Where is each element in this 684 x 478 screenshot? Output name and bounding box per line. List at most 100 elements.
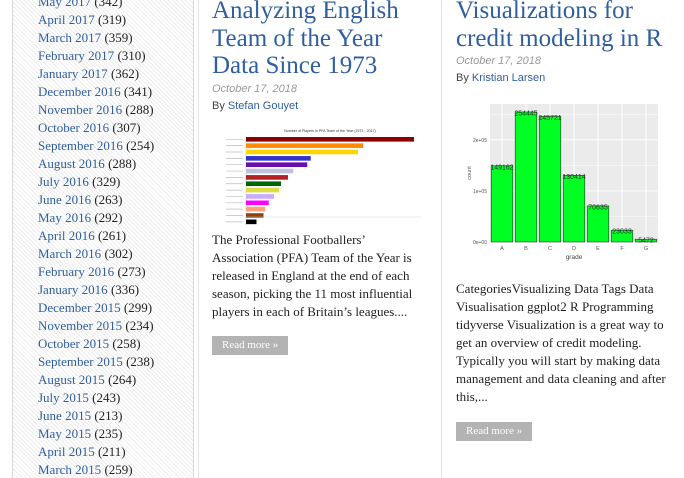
archive-month-link[interactable]: November 2015 bbox=[38, 318, 122, 333]
archive-count: (319) bbox=[97, 12, 127, 27]
archive-month-link[interactable]: April 2015 bbox=[38, 444, 95, 459]
thumbnail-x-tick: B bbox=[524, 246, 528, 252]
thumbnail-bar bbox=[246, 219, 257, 224]
column-divider bbox=[198, 0, 199, 478]
archive-count: (302) bbox=[104, 246, 133, 261]
thumbnail-value-label: 70635 bbox=[588, 204, 608, 211]
post-card: Visualizations for credit modeling in R … bbox=[456, 0, 668, 441]
archive-item: February 2016 (273) bbox=[38, 263, 193, 281]
archive-item: December 2016 (341) bbox=[38, 83, 193, 101]
archive-month-link[interactable]: October 2015 bbox=[38, 336, 109, 351]
archive-month-link[interactable]: December 2015 bbox=[38, 300, 121, 315]
archive-count: (238) bbox=[126, 354, 155, 369]
archive-count: (299) bbox=[123, 300, 153, 315]
post-date: October 17, 2018 bbox=[212, 82, 298, 95]
read-more-button[interactable]: Read more » bbox=[456, 422, 533, 441]
post-thumbnail[interactable]: Number of Players in PFA Team of the Yea… bbox=[212, 125, 422, 226]
thumbnail-bar bbox=[246, 180, 281, 186]
archive-item: August 2016 (288) bbox=[38, 155, 193, 173]
archive-month-link[interactable]: April 2016 bbox=[38, 228, 95, 243]
post-thumbnail[interactable]: 0e+00 1e+05 2e+05 count 149162 A 254445 B 245721… bbox=[462, 100, 660, 268]
archive-item: October 2016 (307) bbox=[38, 119, 193, 137]
pfa-bar-chart-thumbnail: Number of Players in PFA Team of the Yea… bbox=[212, 125, 422, 226]
archive-item: November 2016 (288) bbox=[38, 101, 193, 119]
archive-month-link[interactable]: March 2015 bbox=[38, 462, 101, 477]
archive-month-link[interactable]: July 2015 bbox=[38, 390, 89, 405]
thumbnail-x-tick: E bbox=[596, 246, 600, 252]
archive-item: April 2015 (211) bbox=[38, 443, 193, 461]
thumbnail-x-tick: A bbox=[500, 246, 504, 252]
thumbnail-bar bbox=[246, 193, 274, 199]
archive-month-link[interactable]: May 2017 bbox=[38, 0, 91, 9]
thumbnail-bar bbox=[246, 200, 269, 205]
grade-bar-chart-thumbnail: 0e+00 1e+05 2e+05 count 149162 A 254445 B 245721… bbox=[462, 100, 660, 268]
archive-count: (362) bbox=[110, 66, 140, 81]
archive-month-link[interactable]: October 2016 bbox=[38, 120, 109, 135]
archive-month-link[interactable]: December 2016 bbox=[38, 84, 121, 99]
thumbnail-value-label: 254445 bbox=[514, 110, 537, 117]
thumbnail-bar bbox=[246, 136, 414, 142]
archive-item: July 2015 (243) bbox=[38, 389, 193, 407]
archive-month-link[interactable]: August 2016 bbox=[38, 156, 105, 171]
thumbnail-value-label: 149162 bbox=[490, 164, 513, 171]
archive-count: (211) bbox=[97, 444, 126, 459]
thumbnail-bar bbox=[562, 175, 586, 243]
archive-count: (292) bbox=[94, 210, 123, 225]
archive-month-link[interactable]: February 2017 bbox=[38, 48, 114, 63]
archive-item: April 2017 (319) bbox=[38, 11, 193, 29]
thumbnail-bar bbox=[514, 111, 538, 243]
archive-count: (264) bbox=[108, 372, 137, 387]
archive-month-link[interactable]: August 2015 bbox=[38, 372, 105, 387]
archive-item: October 2015 (258) bbox=[38, 335, 193, 353]
thumbnail-x-tick: D bbox=[572, 246, 576, 252]
byline-prefix: By bbox=[456, 72, 469, 84]
byline-prefix: By bbox=[212, 99, 225, 112]
archive-month-link[interactable]: May 2015 bbox=[38, 426, 91, 441]
archive-month-link[interactable]: July 2016 bbox=[38, 174, 89, 189]
archive-count: (273) bbox=[117, 264, 146, 279]
archive-count: (235) bbox=[94, 426, 123, 441]
thumbnail-bar bbox=[538, 116, 562, 243]
archive-month-link[interactable]: September 2016 bbox=[38, 138, 123, 153]
archive-count: (259) bbox=[104, 462, 133, 477]
thumbnail-bar bbox=[246, 142, 364, 148]
archive-item: August 2015 (264) bbox=[38, 371, 193, 389]
thumbnail-y-label: count bbox=[467, 166, 473, 180]
archive-month-link[interactable]: March 2016 bbox=[38, 246, 101, 261]
archive-month-link[interactable]: May 2016 bbox=[38, 210, 91, 225]
archive-month-link[interactable]: February 2016 bbox=[38, 264, 114, 279]
archive-count: (243) bbox=[92, 390, 121, 405]
archive-list: May 2017 (342) April 2017 (319) March 2017… bbox=[13, 0, 193, 478]
archive-count: (288) bbox=[108, 156, 137, 171]
archive-month-link[interactable]: November 2016 bbox=[38, 102, 122, 117]
archive-month-link[interactable]: June 2015 bbox=[38, 408, 91, 423]
archive-month-link[interactable]: April 2017 bbox=[38, 12, 95, 27]
archive-count: (261) bbox=[97, 228, 127, 243]
archive-item: March 2015 (259) bbox=[38, 461, 193, 478]
thumbnail-y-tick: 2e+05 bbox=[473, 138, 487, 144]
archive-count: (341) bbox=[123, 84, 153, 99]
archive-item: April 2016 (261) bbox=[38, 227, 193, 245]
thumbnail-title: Number of Players in PFA Team of the Yea… bbox=[284, 129, 376, 133]
archive-count: (234) bbox=[125, 318, 154, 333]
archive-month-link[interactable]: January 2016 bbox=[38, 282, 108, 297]
archive-month-link[interactable]: January 2017 bbox=[38, 66, 108, 81]
post-card: Analyzing English Team of the Year Data … bbox=[212, 0, 428, 355]
archive-month-link[interactable]: September 2015 bbox=[38, 354, 123, 369]
post-title[interactable]: Visualizations for credit modeling in R bbox=[456, 0, 668, 52]
post-title[interactable]: Analyzing English Team of the Year Data … bbox=[212, 0, 428, 80]
column-divider bbox=[441, 0, 442, 478]
archive-item: June 2015 (213) bbox=[38, 407, 193, 425]
thumbnail-bar bbox=[246, 161, 308, 167]
read-more-button[interactable]: Read more » bbox=[212, 335, 289, 355]
author-link[interactable]: Stefan Gouyet bbox=[228, 100, 298, 112]
archive-month-link[interactable]: June 2016 bbox=[38, 192, 91, 207]
archive-month-link[interactable]: March 2017 bbox=[38, 30, 101, 45]
archive-item: February 2017 (310) bbox=[38, 47, 193, 65]
archive-count: (342) bbox=[94, 0, 123, 9]
thumbnail-y-tick: 0e+00 bbox=[473, 240, 487, 246]
post-date: October 17, 2018 bbox=[456, 55, 542, 67]
archive-item: July 2016 (329) bbox=[38, 173, 193, 191]
author-link[interactable]: Kristian Larsen bbox=[472, 72, 545, 84]
post-byline: By Stefan Gouyet bbox=[212, 100, 428, 112]
